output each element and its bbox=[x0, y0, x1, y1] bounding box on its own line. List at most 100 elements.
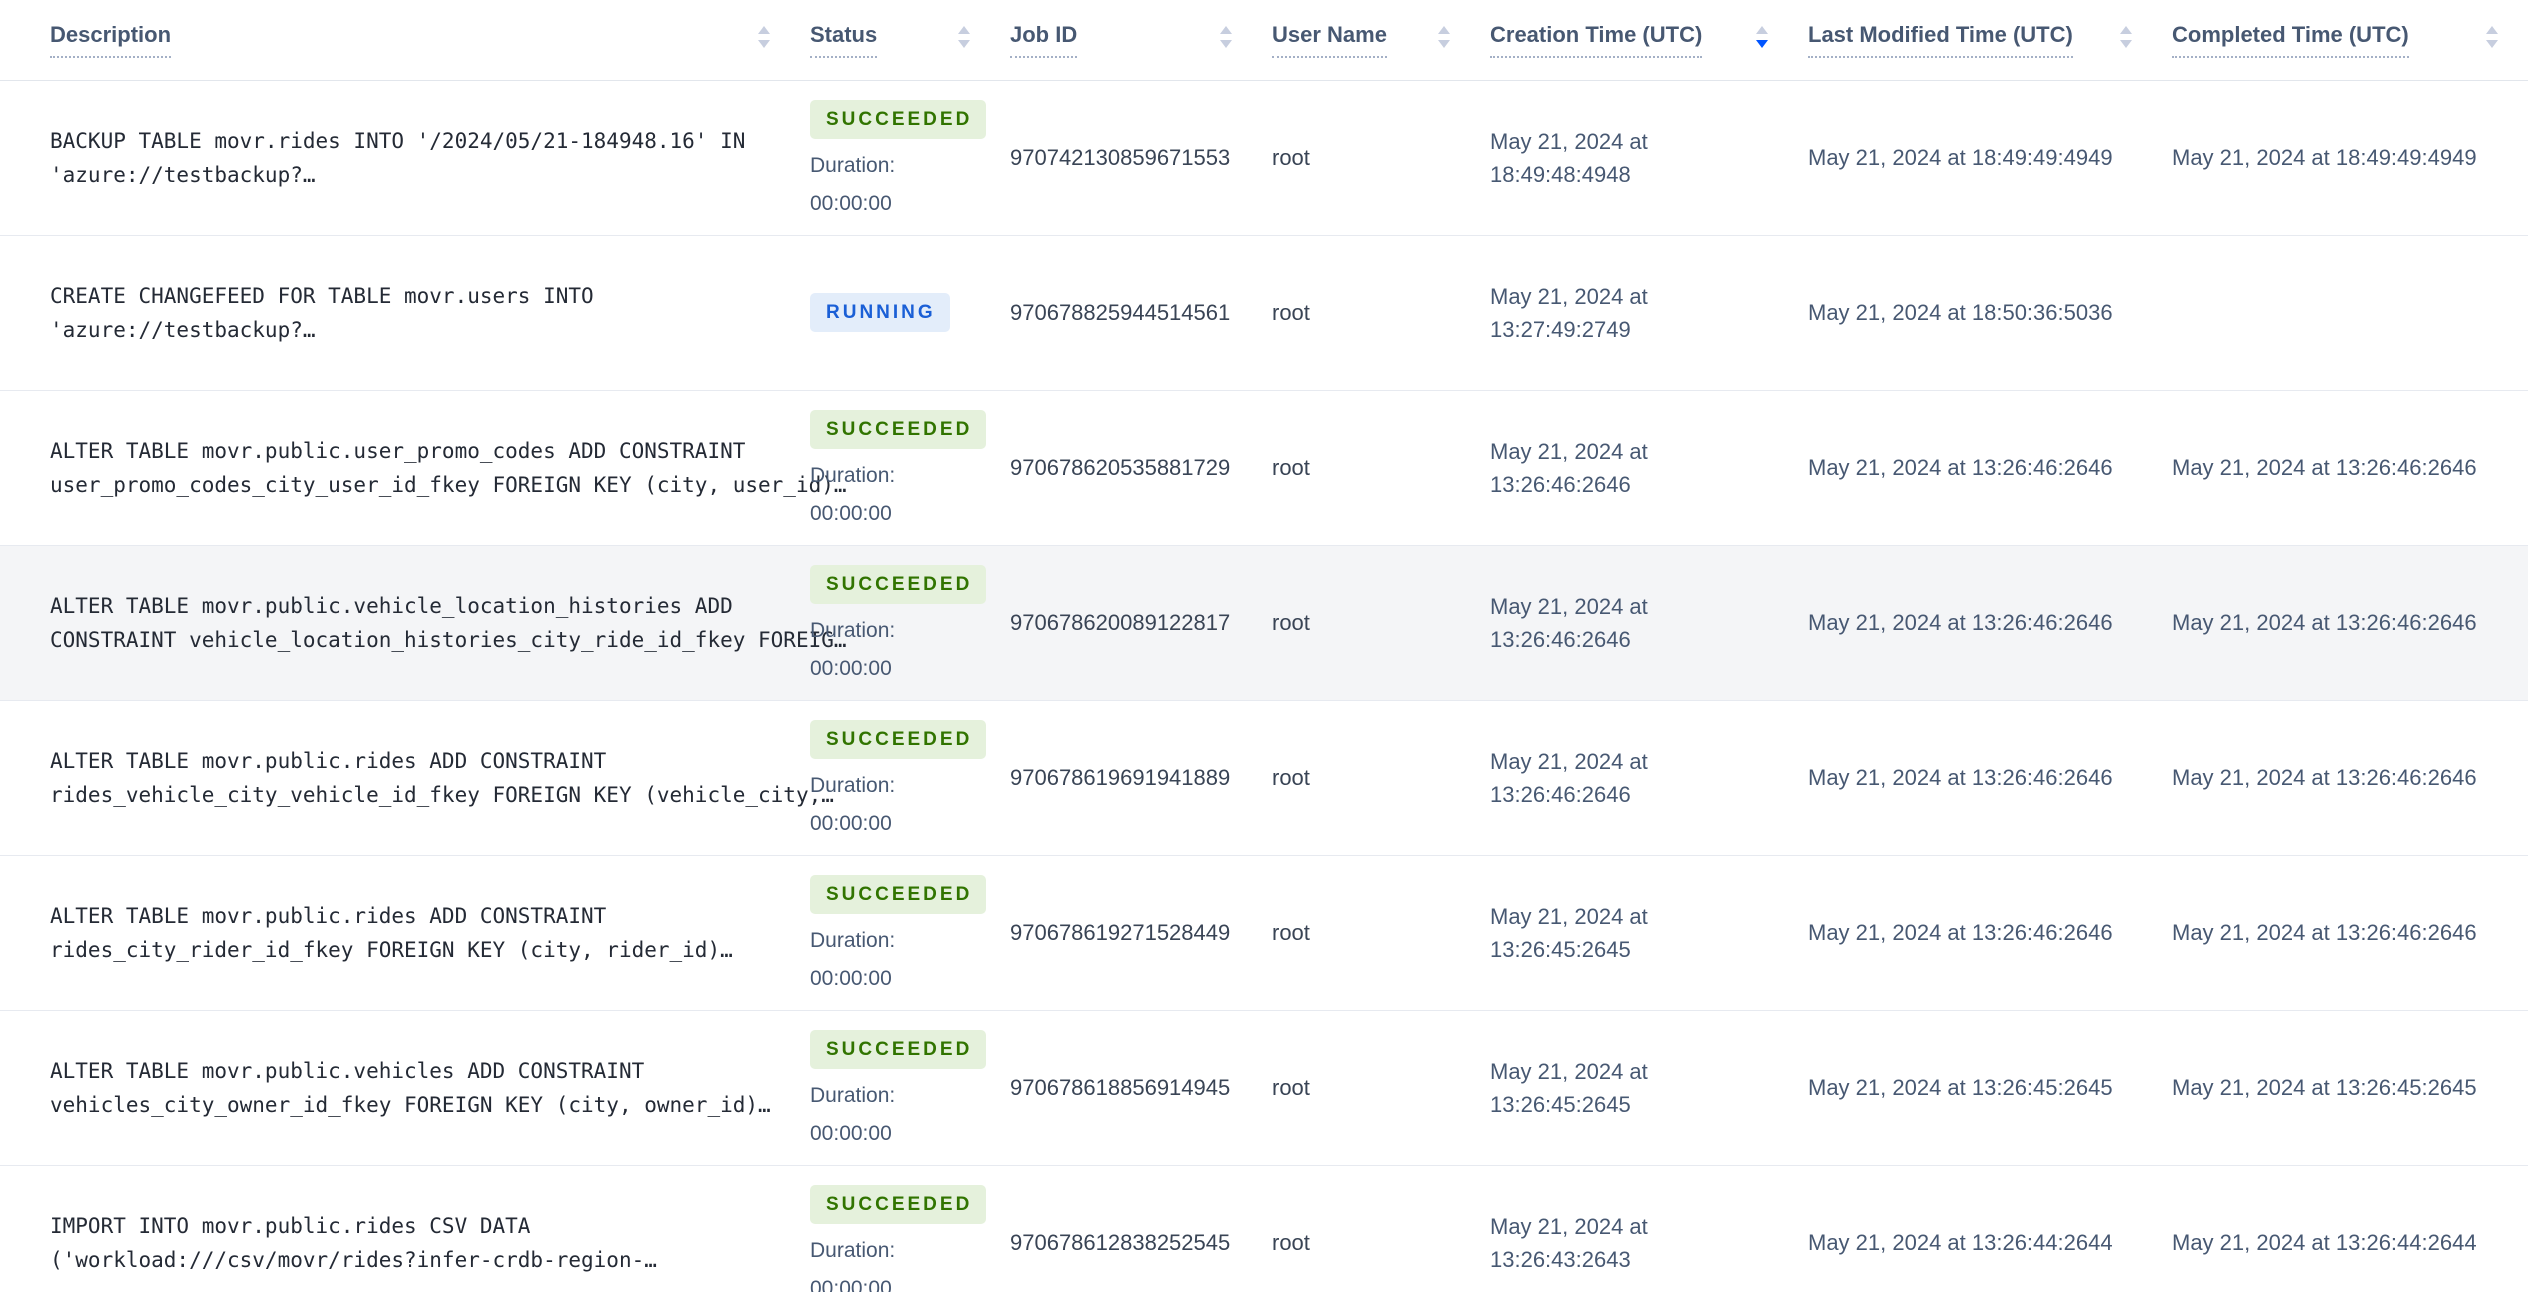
job-row[interactable]: BACKUP TABLE movr.rides INTO '/2024/05/2… bbox=[0, 80, 2528, 235]
duration-value: 00:00:00 bbox=[810, 966, 892, 990]
column-header-label: Completed Time (UTC) bbox=[2172, 22, 2409, 58]
last-modified-time-cell: May 21, 2024 at 13:26:46:2646 bbox=[1808, 610, 2113, 635]
column-header-last-modified-time[interactable]: Last Modified Time (UTC) bbox=[1808, 0, 2172, 81]
job-status-cell: SUCCEEDED Duration: 00:00:00 bbox=[810, 700, 1010, 855]
sort-icon bbox=[1438, 25, 1450, 48]
duration-block: Duration: 00:00:00 bbox=[810, 929, 970, 991]
creation-time-cell: May 21, 2024 at 13:26:43:2643 bbox=[1490, 1213, 1648, 1272]
job-description-line-1: ALTER TABLE movr.public.vehicles ADD CON… bbox=[50, 1058, 645, 1083]
sort-icon bbox=[2120, 25, 2132, 48]
creation-time-cell: May 21, 2024 at 13:26:46:2646 bbox=[1490, 748, 1648, 807]
job-description-line-1: CREATE CHANGEFEED FOR TABLE movr.users I… bbox=[50, 283, 594, 308]
job-status-cell: SUCCEEDED Duration: 00:00:00 bbox=[810, 1010, 1010, 1165]
column-header-job-id[interactable]: Job ID bbox=[1010, 0, 1272, 81]
job-status-cell: RUNNING bbox=[810, 235, 1010, 390]
user-name-cell: root bbox=[1272, 609, 1310, 635]
job-description-line-2: ('workload:///csv/movr/rides?infer-crdb-… bbox=[50, 1247, 657, 1272]
duration-value: 00:00:00 bbox=[810, 191, 892, 215]
duration-label: Duration: bbox=[810, 773, 896, 797]
last-modified-time-cell: May 21, 2024 at 13:26:45:2645 bbox=[1808, 1075, 2113, 1100]
job-description-cell: CREATE CHANGEFEED FOR TABLE movr.users I… bbox=[0, 235, 810, 390]
sort-icon bbox=[1220, 25, 1232, 48]
last-modified-time-cell: May 21, 2024 at 18:50:36:5036 bbox=[1808, 300, 2113, 325]
job-description-line-1: IMPORT INTO movr.public.rides CSV DATA bbox=[50, 1213, 531, 1238]
sort-icon-active-desc bbox=[1756, 25, 1768, 48]
duration-value: 00:00:00 bbox=[810, 811, 892, 835]
column-header-label: Creation Time (UTC) bbox=[1490, 22, 1703, 58]
column-header-label: Job ID bbox=[1010, 22, 1078, 58]
duration-block: Duration: 00:00:00 bbox=[810, 1084, 970, 1146]
duration-value: 00:00:00 bbox=[810, 656, 892, 680]
user-name-cell: root bbox=[1272, 1074, 1310, 1100]
completed-time-cell: May 21, 2024 at 13:26:44:2644 bbox=[2172, 1230, 2477, 1255]
job-description-line-2: vehicles_city_owner_id_fkey FOREIGN KEY … bbox=[50, 1092, 771, 1117]
creation-time-cell: May 21, 2024 at 13:26:45:2645 bbox=[1490, 1058, 1648, 1117]
duration-label: Duration: bbox=[810, 1083, 896, 1107]
job-description-cell: ALTER TABLE movr.public.vehicles ADD CON… bbox=[0, 1010, 810, 1165]
job-description-cell: ALTER TABLE movr.public.user_promo_codes… bbox=[0, 390, 847, 545]
completed-time-cell bbox=[2172, 235, 2528, 390]
jobs-table-header: Description Status Job ID User Name Crea… bbox=[0, 0, 2528, 81]
sort-icon bbox=[958, 25, 970, 48]
job-row[interactable]: ALTER TABLE movr.public.rides ADD CONSTR… bbox=[0, 855, 2528, 1010]
job-id-cell: 970678620089122817 bbox=[1010, 609, 1231, 635]
duration-block: Duration: 00:00:00 bbox=[810, 774, 970, 836]
column-header-creation-time[interactable]: Creation Time (UTC) bbox=[1490, 0, 1808, 81]
column-header-label: User Name bbox=[1272, 22, 1387, 58]
duration-block: Duration: 00:00:00 bbox=[810, 154, 970, 216]
job-description-line-2: CONSTRAINT vehicle_location_histories_ci… bbox=[50, 627, 847, 652]
completed-time-cell: May 21, 2024 at 13:26:46:2646 bbox=[2172, 455, 2477, 480]
status-badge: SUCCEEDED bbox=[810, 874, 987, 914]
job-description-line-1: ALTER TABLE movr.public.rides ADD CONSTR… bbox=[50, 748, 607, 773]
column-header-user-name[interactable]: User Name bbox=[1272, 0, 1490, 81]
job-row[interactable]: ALTER TABLE movr.public.rides ADD CONSTR… bbox=[0, 700, 2528, 855]
job-id-cell: 970678620535881729 bbox=[1010, 454, 1231, 480]
job-status-cell: SUCCEEDED Duration: 00:00:00 bbox=[810, 855, 1010, 1010]
job-id-cell: 970678612838252545 bbox=[1010, 1229, 1231, 1255]
job-description-line-2: rides_city_rider_id_fkey FOREIGN KEY (ci… bbox=[50, 937, 733, 962]
last-modified-time-cell: May 21, 2024 at 13:26:46:2646 bbox=[1808, 920, 2113, 945]
duration-label: Duration: bbox=[810, 1238, 896, 1262]
sort-icon bbox=[2486, 25, 2498, 48]
duration-label: Duration: bbox=[810, 928, 896, 952]
job-description-cell: ALTER TABLE movr.public.vehicle_location… bbox=[0, 545, 847, 700]
status-badge: RUNNING bbox=[810, 293, 950, 332]
creation-time-cell: May 21, 2024 at 13:26:45:2645 bbox=[1490, 903, 1648, 962]
user-name-cell: root bbox=[1272, 299, 1310, 325]
job-row[interactable]: CREATE CHANGEFEED FOR TABLE movr.users I… bbox=[0, 235, 2528, 390]
duration-label: Duration: bbox=[810, 153, 896, 177]
job-row[interactable]: ALTER TABLE movr.public.user_promo_codes… bbox=[0, 390, 2528, 545]
column-header-completed-time[interactable]: Completed Time (UTC) bbox=[2172, 0, 2528, 81]
duration-value: 00:00:00 bbox=[810, 1276, 892, 1292]
column-header-label: Last Modified Time (UTC) bbox=[1808, 22, 2073, 58]
duration-value: 00:00:00 bbox=[810, 1121, 892, 1145]
job-description-line-1: ALTER TABLE movr.public.vehicle_location… bbox=[50, 593, 733, 618]
job-description-cell: IMPORT INTO movr.public.rides CSV DATA (… bbox=[0, 1165, 810, 1292]
job-description-cell: ALTER TABLE movr.public.rides ADD CONSTR… bbox=[0, 700, 834, 855]
job-id-cell: 970678825944514561 bbox=[1010, 299, 1231, 325]
sort-icon bbox=[758, 25, 770, 48]
job-row[interactable]: IMPORT INTO movr.public.rides CSV DATA (… bbox=[0, 1165, 2528, 1292]
job-status-cell: SUCCEEDED Duration: 00:00:00 bbox=[810, 80, 1010, 235]
completed-time-cell: May 21, 2024 at 13:26:45:2645 bbox=[2172, 1075, 2477, 1100]
creation-time-cell: May 21, 2024 at 18:49:48:4948 bbox=[1490, 128, 1648, 187]
status-badge: SUCCEEDED bbox=[810, 1184, 987, 1224]
status-badge: SUCCEEDED bbox=[810, 1029, 987, 1069]
completed-time-cell: May 21, 2024 at 13:26:46:2646 bbox=[2172, 920, 2477, 945]
job-description-line-2: 'azure://testbackup?… bbox=[50, 317, 316, 342]
duration-label: Duration: bbox=[810, 618, 896, 642]
job-row[interactable]: ALTER TABLE movr.public.vehicle_location… bbox=[0, 545, 2528, 700]
job-status-cell: SUCCEEDED Duration: 00:00:00 bbox=[810, 545, 1010, 700]
job-description-line-1: ALTER TABLE movr.public.user_promo_codes… bbox=[50, 438, 746, 463]
user-name-cell: root bbox=[1272, 144, 1310, 170]
job-id-cell: 970678618856914945 bbox=[1010, 1074, 1231, 1100]
last-modified-time-cell: May 21, 2024 at 13:26:44:2644 bbox=[1808, 1230, 2113, 1255]
status-badge: SUCCEEDED bbox=[810, 564, 987, 604]
job-row[interactable]: ALTER TABLE movr.public.vehicles ADD CON… bbox=[0, 1010, 2528, 1165]
column-header-description[interactable]: Description bbox=[0, 0, 810, 81]
column-header-label: Description bbox=[50, 22, 172, 58]
duration-label: Duration: bbox=[810, 463, 896, 487]
column-header-status[interactable]: Status bbox=[810, 0, 1010, 81]
job-status-cell: SUCCEEDED Duration: 00:00:00 bbox=[810, 1165, 1010, 1292]
job-description-cell: ALTER TABLE movr.public.rides ADD CONSTR… bbox=[0, 855, 810, 1010]
